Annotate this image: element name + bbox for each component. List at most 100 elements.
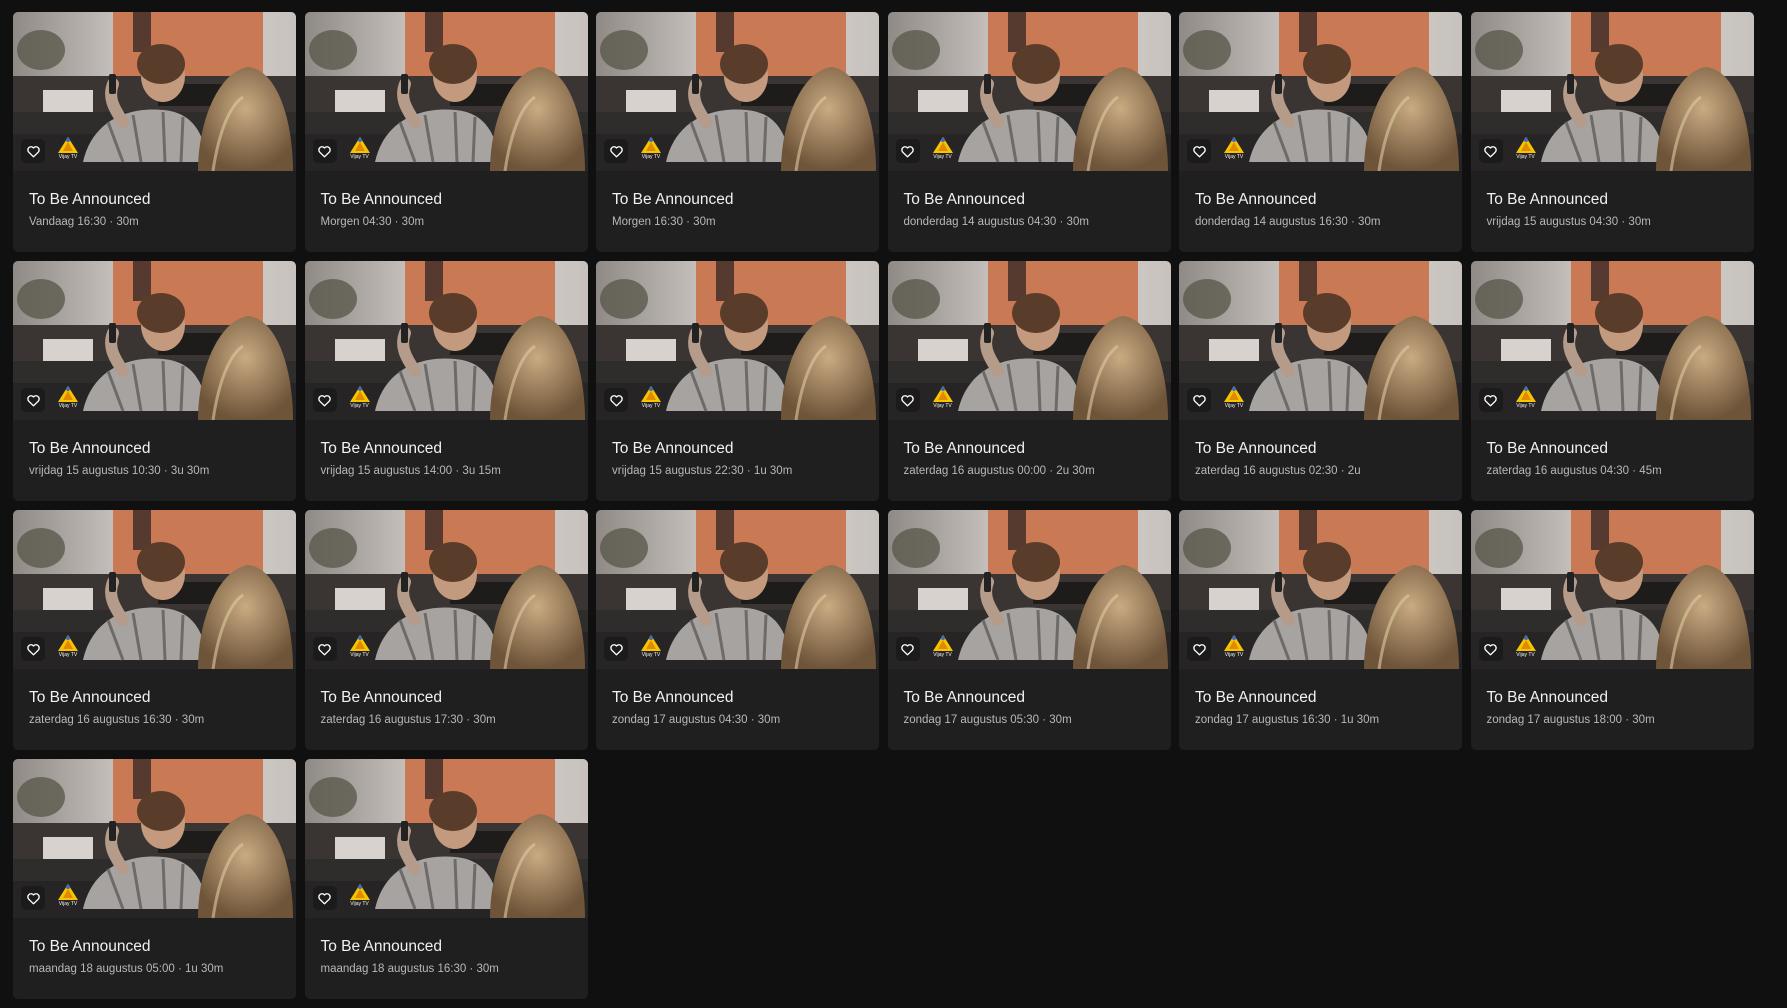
favorite-button[interactable]: [604, 388, 628, 412]
program-thumbnail: Vijay TV: [13, 261, 296, 420]
vijay-tv-logo: Vijay TV: [930, 634, 956, 660]
program-card[interactable]: Vijay TV To Be Announced zondag 17 augus…: [596, 510, 879, 750]
program-title: To Be Announced: [612, 689, 734, 706]
program-thumbnail: Vijay TV: [13, 510, 296, 669]
program-info: To Be Announced donderdag 14 augustus 16…: [1179, 171, 1462, 229]
program-card[interactable]: Vijay TV To Be Announced vrijdag 15 augu…: [304, 261, 588, 501]
vijay-tv-logo: Vijay TV: [55, 634, 81, 660]
heart-outline-icon: [901, 394, 914, 406]
favorite-button[interactable]: [604, 637, 628, 661]
vijay-tv-logo-icon: [58, 884, 78, 900]
vijay-tv-logo-icon: [932, 386, 953, 402]
program-title: To Be Announced: [903, 191, 1026, 208]
program-title: To Be Announced: [29, 689, 151, 706]
program-card[interactable]: Vijay TV To Be Announced zaterdag 16 aug…: [1470, 261, 1754, 501]
program-card[interactable]: Vijay TV To Be Announced donderdag 14 au…: [887, 12, 1171, 252]
favorite-button[interactable]: [895, 388, 920, 412]
program-info: To Be Announced vrijdag 15 augustus 04:3…: [1471, 171, 1754, 229]
favorite-button[interactable]: [1478, 139, 1503, 163]
favorite-button[interactable]: [312, 388, 337, 412]
favorite-button[interactable]: [1478, 388, 1503, 412]
vijay-tv-logo: Vijay TV: [1221, 634, 1247, 660]
program-title: To Be Announced: [320, 440, 443, 457]
heart-outline-icon: [26, 892, 40, 904]
heart-outline-icon: [901, 145, 914, 157]
channel-logo-text: Vijay TV: [58, 154, 78, 160]
program-title: To Be Announced: [903, 689, 1026, 706]
program-info: To Be Announced donderdag 14 augustus 04…: [888, 171, 1171, 229]
vijay-tv-logo: Vijay TV: [1513, 136, 1539, 162]
favorite-button[interactable]: [21, 139, 45, 163]
vijay-tv-logo-icon: [641, 386, 661, 402]
heart-outline-icon: [26, 394, 40, 406]
program-card[interactable]: Vijay TV To Be Announced maandag 18 augu…: [13, 759, 296, 999]
favorite-button[interactable]: [1187, 139, 1211, 163]
favorite-button[interactable]: [895, 139, 920, 163]
favorite-button[interactable]: [1187, 637, 1211, 661]
program-thumbnail: Vijay TV: [1179, 12, 1462, 171]
vijay-tv-logo: Vijay TV: [638, 136, 664, 162]
favorite-button[interactable]: [1187, 388, 1211, 412]
favorite-button[interactable]: [21, 388, 45, 412]
program-grid: Vijay TV To Be Announced Vandaag 16:30 ·…: [13, 12, 1754, 999]
vijay-tv-logo: Vijay TV: [638, 634, 664, 660]
program-thumbnail: Vijay TV: [304, 12, 588, 171]
heart-outline-icon: [318, 145, 331, 157]
program-thumbnail: Vijay TV: [596, 261, 879, 420]
program-title: To Be Announced: [320, 938, 443, 955]
program-schedule: zaterdag 16 augustus 16:30 · 30m: [29, 714, 205, 726]
vijay-tv-logo: Vijay TV: [347, 634, 373, 660]
program-card[interactable]: Vijay TV To Be Announced zondag 17 augus…: [1470, 510, 1754, 750]
program-title: To Be Announced: [1486, 440, 1609, 457]
program-schedule: vrijdag 15 augustus 10:30 · 3u 30m: [29, 465, 210, 477]
program-card[interactable]: Vijay TV To Be Announced zondag 17 augus…: [887, 510, 1171, 750]
program-schedule: vrijdag 15 augustus 22:30 · 1u 30m: [612, 465, 793, 477]
program-info: To Be Announced Vandaag 16:30 · 30m: [13, 171, 296, 229]
vijay-tv-logo: Vijay TV: [1221, 385, 1247, 411]
program-card[interactable]: Vijay TV To Be Announced zaterdag 16 aug…: [304, 510, 588, 750]
channel-logo-text: Vijay TV: [58, 901, 78, 907]
vijay-tv-logo-icon: [932, 635, 953, 651]
program-card[interactable]: Vijay TV To Be Announced Vandaag 16:30 ·…: [13, 12, 296, 252]
program-info: To Be Announced zondag 17 augustus 16:30…: [1179, 669, 1462, 727]
program-info: To Be Announced zaterdag 16 augustus 17:…: [305, 669, 588, 727]
program-card[interactable]: Vijay TV To Be Announced zaterdag 16 aug…: [887, 261, 1171, 501]
program-card[interactable]: Vijay TV To Be Announced Morgen 16:30 · …: [596, 12, 879, 252]
favorite-button[interactable]: [21, 637, 45, 661]
vijay-tv-logo-icon: [58, 137, 78, 153]
program-thumbnail: Vijay TV: [887, 510, 1171, 669]
program-schedule: zondag 17 augustus 18:00 · 30m: [1486, 714, 1655, 726]
vijay-tv-logo-icon: [641, 635, 661, 651]
program-title: To Be Announced: [1195, 191, 1317, 208]
program-card[interactable]: Vijay TV To Be Announced vrijdag 15 augu…: [596, 261, 879, 501]
program-schedule: maandag 18 augustus 16:30 · 30m: [320, 963, 499, 975]
program-schedule: Vandaag 16:30 · 30m: [29, 216, 139, 228]
favorite-button[interactable]: [895, 637, 920, 661]
program-card[interactable]: Vijay TV To Be Announced vrijdag 15 augu…: [1470, 12, 1754, 252]
program-card[interactable]: Vijay TV To Be Announced zondag 17 augus…: [1179, 510, 1462, 750]
program-thumbnail: Vijay TV: [1179, 261, 1462, 420]
program-card[interactable]: Vijay TV To Be Announced vrijdag 15 augu…: [13, 261, 296, 501]
favorite-button[interactable]: [312, 139, 337, 163]
vijay-tv-logo-icon: [349, 137, 370, 153]
program-thumbnail: Vijay TV: [304, 759, 588, 918]
vijay-tv-logo-icon: [641, 137, 661, 153]
favorite-button[interactable]: [312, 886, 337, 910]
program-info: To Be Announced zondag 17 augustus 18:00…: [1471, 669, 1754, 727]
program-card[interactable]: Vijay TV To Be Announced Morgen 04:30 · …: [304, 12, 588, 252]
favorite-button[interactable]: [1478, 637, 1503, 661]
program-schedule: zondag 17 augustus 16:30 · 1u 30m: [1195, 714, 1380, 726]
favorite-button[interactable]: [21, 886, 45, 910]
program-card[interactable]: Vijay TV To Be Announced zaterdag 16 aug…: [1179, 261, 1462, 501]
program-card[interactable]: Vijay TV To Be Announced zaterdag 16 aug…: [13, 510, 296, 750]
vijay-tv-logo: Vijay TV: [347, 385, 373, 411]
program-title: To Be Announced: [29, 938, 151, 955]
program-card[interactable]: Vijay TV To Be Announced maandag 18 augu…: [304, 759, 588, 999]
heart-outline-icon: [901, 643, 914, 655]
favorite-button[interactable]: [312, 637, 337, 661]
favorite-button[interactable]: [604, 139, 628, 163]
channel-logo-text: Vijay TV: [1224, 154, 1244, 160]
program-card[interactable]: Vijay TV To Be Announced donderdag 14 au…: [1179, 12, 1462, 252]
program-schedule: zaterdag 16 augustus 00:00 · 2u 30m: [903, 465, 1095, 477]
vijay-tv-logo: Vijay TV: [55, 883, 81, 909]
